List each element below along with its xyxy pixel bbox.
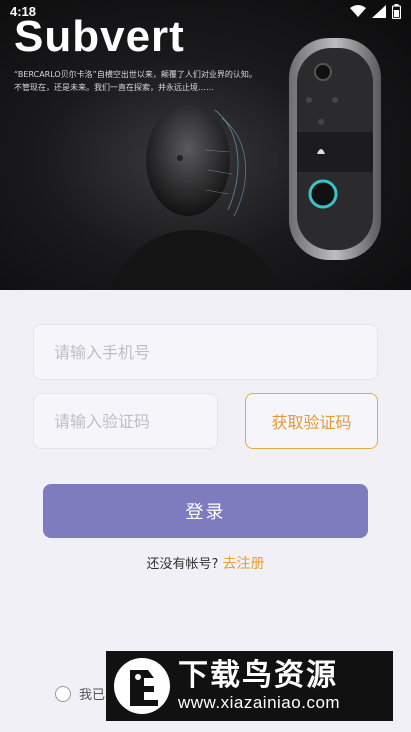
phone-field[interactable] [33,324,378,380]
agreement-radio[interactable] [55,685,71,702]
face-artwork [110,104,280,290]
verification-code-input[interactable] [54,411,217,431]
watermark-url: www.xiazainiao.com [178,693,341,712]
phone-input[interactable] [54,342,377,362]
battery-icon [392,4,401,19]
verification-code-field[interactable] [33,393,218,449]
watermark-title: 下载鸟资源 [178,658,338,693]
watermark-text: 下载鸟资源 www.xiazainiao.com [178,659,340,713]
agreement-row[interactable]: 我已 [55,684,105,703]
tagline-line-1: “BERCARLO贝尔卡洛”自横空出世以来，颠覆了人们对业界的认知。 [14,70,257,79]
tagline-line-2: 不管现在，还是未来。我们一直在探索，并永远止境…… [14,83,214,92]
bird-logo-icon [114,658,170,714]
login-button[interactable]: 登录 [43,484,368,538]
hero-banner: 4:18 Subvert “BERCARLO贝尔卡洛”自横空出世以来，颠覆了人们… [0,0,411,290]
signal-icon [372,5,386,18]
status-icons [350,4,401,19]
no-account-text: 还没有帐号? [146,557,219,572]
register-prompt: 还没有帐号? 去注册 [0,553,411,573]
get-code-button[interactable]: 获取验证码 [245,393,378,449]
brand-logo: Subvert [14,12,185,61]
agreement-text: 我已 [79,688,106,703]
wifi-icon [350,5,366,17]
hero-tagline: “BERCARLO贝尔卡洛”自横空出世以来，颠覆了人们对业界的认知。 不管现在，… [14,68,314,94]
watermark-banner: 下载鸟资源 www.xiazainiao.com [106,651,393,721]
register-link[interactable]: 去注册 [223,556,265,572]
